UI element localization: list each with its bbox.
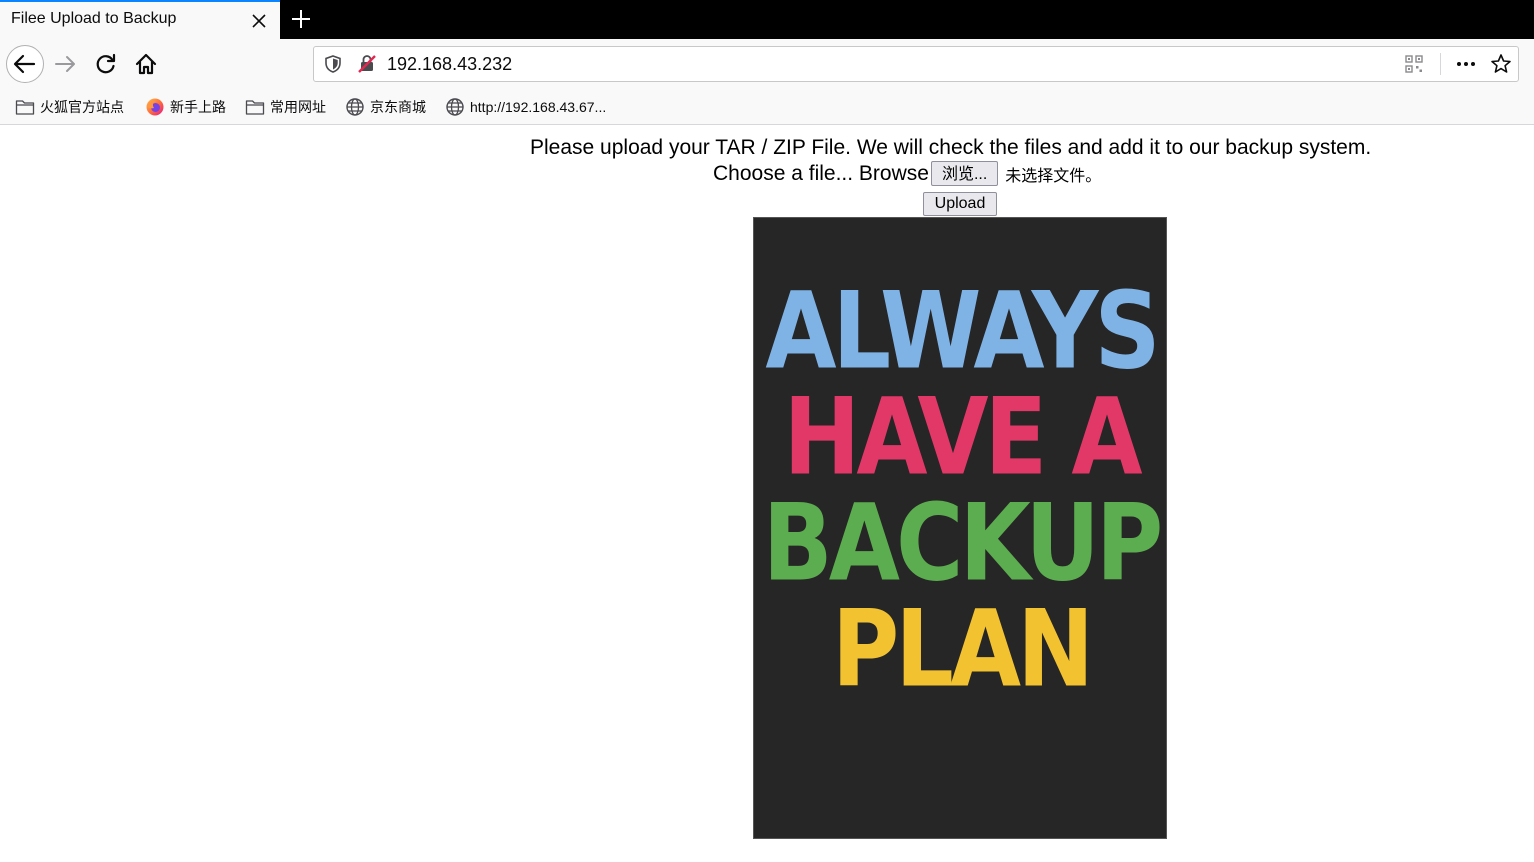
folder-icon	[15, 100, 35, 115]
browse-button[interactable]: 浏览...	[930, 161, 999, 186]
poster-line-3: BACKUP	[762, 481, 1164, 605]
close-icon[interactable]	[248, 10, 270, 32]
globe-icon	[446, 98, 464, 116]
poster-line-1: ALWAYS	[765, 269, 1160, 393]
tab-strip: Filee Upload to Backup	[0, 0, 1534, 39]
back-button[interactable]	[6, 45, 44, 83]
upload-button[interactable]: Upload	[923, 192, 997, 216]
bookmarks-toolbar: 火狐官方站点 新手上路 常用网址 京东商城 http://192.168.43.…	[0, 89, 1534, 125]
active-tab[interactable]: Filee Upload to Backup	[0, 0, 280, 39]
bookmark-label: 京东商城	[370, 99, 426, 115]
page-content: Please upload your TAR / ZIP File. We wi…	[0, 125, 1534, 862]
tab-title: Filee Upload to Backup	[11, 10, 177, 27]
bookmark-item[interactable]: 常用网址	[245, 96, 326, 118]
bookmark-label: 新手上路	[170, 99, 226, 115]
bookmark-label: 火狐官方站点	[40, 99, 124, 115]
no-file-selected-text: 未选择文件。	[1005, 167, 1102, 185]
bookmark-item[interactable]: http://192.168.43.67...	[445, 96, 606, 118]
url-text[interactable]: 192.168.43.232	[387, 54, 512, 75]
bookmark-label: http://192.168.43.67...	[470, 99, 607, 115]
folder-icon	[245, 100, 265, 115]
bookmark-item[interactable]: 新手上路	[145, 96, 226, 118]
home-button[interactable]	[130, 48, 162, 80]
reload-icon	[96, 53, 116, 74]
poster-line-4: PLAN	[831, 587, 1094, 711]
bookmark-item[interactable]: 火狐官方站点	[15, 96, 124, 118]
file-chooser-row: Choose a file... Browse 浏览... 未选择文件。	[713, 161, 1101, 186]
bookmark-star-icon[interactable]	[1489, 52, 1513, 76]
upload-instructions: Please upload your TAR / ZIP File. We wi…	[530, 136, 1372, 159]
arrow-left-icon	[13, 54, 36, 74]
reload-button[interactable]	[90, 48, 122, 80]
arrow-right-icon	[55, 56, 75, 72]
globe-icon	[346, 98, 364, 116]
choose-file-label: Choose a file... Browse	[713, 161, 929, 185]
bookmark-label: 常用网址	[270, 99, 326, 115]
backup-plan-poster: ALWAYS HAVE A BACKUP PLAN	[753, 217, 1167, 839]
forward-button[interactable]	[50, 48, 82, 80]
new-tab-icon[interactable]	[288, 6, 314, 32]
page-actions-menu-icon[interactable]	[1454, 53, 1478, 75]
bookmark-item[interactable]: 京东商城	[345, 96, 426, 118]
url-bar-divider	[1440, 53, 1441, 75]
firefox-icon	[146, 98, 164, 116]
shield-icon[interactable]	[322, 53, 344, 75]
poster-line-2: HAVE A	[783, 375, 1142, 499]
navigation-bar: 192.168.43.232	[0, 39, 1534, 89]
qr-code-icon[interactable]	[1404, 54, 1424, 74]
home-icon	[135, 53, 157, 75]
insecure-connection-icon[interactable]	[356, 53, 378, 75]
url-bar[interactable]: 192.168.43.232	[313, 46, 1519, 82]
